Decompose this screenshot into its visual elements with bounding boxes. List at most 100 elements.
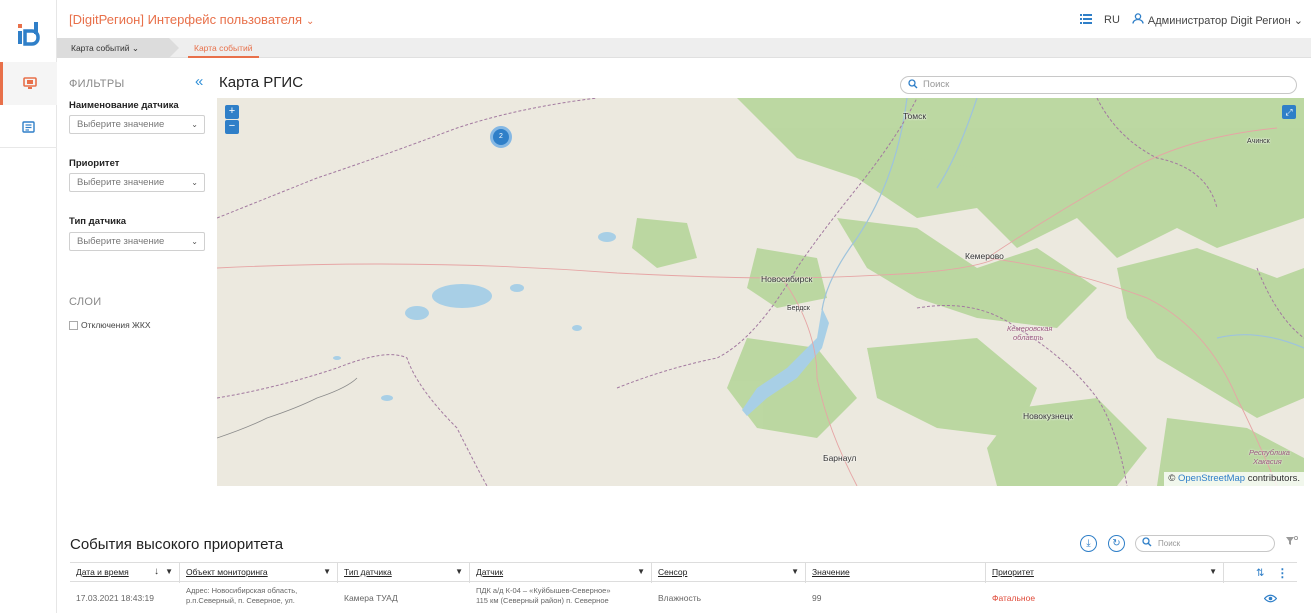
region-label-kemerovo: Кемеровская область	[1007, 324, 1052, 342]
breadcrumb-current[interactable]: Карта событий	[188, 38, 259, 58]
cell-sensor-line: 115 км (Северный район) п. Северное	[476, 596, 609, 605]
column-label: Сенсор	[658, 567, 688, 577]
filter-icon[interactable]: ▼	[323, 563, 331, 581]
cell-priority: Фатальное	[992, 593, 1036, 603]
chevron-down-icon: ⌄	[191, 120, 198, 129]
user-menu[interactable]: Администратор Digit Регион ⌄	[1148, 14, 1303, 27]
filter-icon[interactable]: ▼	[791, 563, 799, 581]
list-menu-icon[interactable]	[1080, 13, 1093, 27]
column-label: Значение	[812, 567, 850, 577]
events-search-placeholder: Поиск	[1158, 539, 1181, 548]
map-marker-cluster[interactable]: 2	[490, 126, 512, 148]
column-value[interactable]: Значение	[806, 563, 986, 583]
refresh-button[interactable]: ↻	[1108, 535, 1125, 552]
more-vertical-icon[interactable]: ⋮	[1276, 566, 1288, 580]
layer-checkbox[interactable]	[69, 320, 78, 330]
user-name: Администратор Digit Регион	[1147, 14, 1291, 27]
sensor-type-select[interactable]: Выберите значение ⌄	[69, 232, 205, 251]
filter-icon[interactable]: ▼	[637, 563, 645, 581]
fullscreen-button[interactable]: ⤢	[1282, 105, 1296, 119]
breadcrumb: Карта событий ⌄ Карта событий	[57, 38, 1311, 58]
city-label-berdsk: Бердск	[787, 305, 810, 312]
region-label-line: Хакасия	[1253, 457, 1282, 466]
map-attribution: © OpenStreetMap contributors.	[1164, 472, 1304, 486]
cell-value: 99	[812, 593, 822, 603]
clear-filters-icon[interactable]	[1286, 535, 1299, 550]
filter-icon[interactable]: ▼	[455, 563, 463, 581]
chevron-down-icon: ⌄	[306, 16, 315, 27]
zoom-out-button[interactable]: −	[225, 120, 239, 134]
city-label-barnaul: Барнаул	[823, 453, 857, 463]
sensor-name-select[interactable]: Выберите значение ⌄	[69, 115, 205, 134]
city-label-novosibirsk: Новосибирск	[761, 274, 813, 284]
attribution-prefix: ©	[1168, 473, 1176, 484]
journal-nav-button[interactable]	[0, 105, 57, 148]
column-datetime[interactable]: Дата и время ↓ ▼	[70, 563, 180, 583]
region-label-line: Кемеровская	[1007, 324, 1053, 333]
map-canvas[interactable]: + − ⤢ 2 Томск Ачинск Кемерово Новосибирс…	[217, 98, 1304, 486]
collapse-panel-icon[interactable]: «	[195, 73, 203, 90]
rail-divider	[0, 147, 57, 148]
sensor-name-label: Наименование датчика	[69, 100, 179, 111]
map-search-input[interactable]: Поиск	[900, 76, 1297, 94]
sensor-type-placeholder: Выберите значение	[77, 236, 165, 247]
breadcrumb-parent[interactable]: Карта событий ⌄	[57, 38, 179, 58]
column-priority[interactable]: Приоритет ▼	[986, 563, 1224, 583]
column-settings-icon[interactable]: ⇅	[1256, 568, 1264, 579]
events-title: События высокого приоритета	[70, 536, 284, 553]
map-view-nav-button[interactable]	[0, 62, 57, 105]
expand-icon: ⤢	[1285, 107, 1293, 117]
sort-desc-icon[interactable]: ↓	[154, 563, 159, 581]
table-body: 17.03.2021 18:43:19 Адрес: Новосибирская…	[70, 582, 1297, 613]
table-row[interactable]: 17.03.2021 18:43:19 Адрес: Новосибирская…	[70, 582, 1297, 613]
breadcrumb-parent-label: Карта событий	[71, 43, 130, 53]
download-icon: ⤓	[1086, 538, 1091, 549]
cell-object: Адрес: Новосибирская область, р.п.Северн…	[180, 582, 338, 613]
osm-link[interactable]: OpenStreetMap	[1178, 473, 1245, 484]
cell-sensor: ПДК а/д К-04 – «Куйбышев-Северное» 115 к…	[470, 582, 652, 613]
filters-panel: ФИЛЬТРЫ « Наименование датчика Выберите …	[57, 58, 217, 498]
priority-select[interactable]: Выберите значение ⌄	[69, 173, 205, 192]
view-event-button[interactable]	[1258, 582, 1288, 613]
filter-icon[interactable]: ▼	[1209, 563, 1217, 581]
eye-icon	[1264, 594, 1277, 602]
column-label: Объект мониторинга	[186, 567, 268, 577]
column-sensor[interactable]: Датчик ▼	[470, 563, 652, 583]
cell-datetime: 17.03.2021 18:43:19	[76, 593, 154, 603]
chevron-down-icon: ⌄	[1293, 14, 1303, 27]
language-switch[interactable]: RU	[1104, 14, 1120, 26]
column-label: Приоритет	[992, 567, 1034, 577]
search-icon	[1142, 537, 1152, 552]
city-label-achinsk: Ачинск	[1247, 138, 1270, 145]
column-object[interactable]: Объект мониторинга ▼	[180, 563, 338, 583]
city-label-tomsk: Томск	[903, 111, 927, 121]
events-search-input[interactable]: Поиск	[1135, 535, 1275, 552]
column-label: Датчик	[476, 567, 504, 577]
layers-title: СЛОИ	[69, 296, 102, 308]
chevron-down-icon: ⌄	[131, 43, 140, 53]
map-tiles	[217, 98, 1304, 486]
monitor-icon	[23, 77, 37, 89]
zoom-in-button[interactable]: +	[225, 105, 239, 119]
city-label-kemerovo: Кемерово	[965, 251, 1004, 261]
attribution-suffix: contributors.	[1247, 473, 1300, 484]
digit-logo[interactable]	[18, 22, 40, 48]
download-button[interactable]: ⤓	[1080, 535, 1097, 552]
top-bar: [DigitРегион] Интерфейс пользователя ⌄ RU…	[57, 0, 1311, 38]
refresh-icon: ↻	[1112, 538, 1121, 549]
layer-utility-outages[interactable]: Отключения ЖКХ	[69, 320, 151, 330]
chevron-down-icon: ⌄	[191, 178, 198, 187]
left-rail	[0, 0, 57, 613]
filter-icon[interactable]: ▼	[165, 563, 173, 581]
app-title: [DigitРегион] Интерфейс пользователя	[69, 12, 302, 27]
region-label-line: область	[1013, 333, 1044, 342]
filters-title: ФИЛЬТРЫ	[69, 78, 125, 90]
city-label-novokuznetsk: Новокузнецк	[1023, 411, 1073, 421]
column-sensor-type[interactable]: Тип датчика ▼	[338, 563, 470, 583]
app-switcher[interactable]: [DigitРегион] Интерфейс пользователя ⌄	[69, 12, 314, 27]
chevron-down-icon: ⌄	[191, 237, 198, 246]
priority-placeholder: Выберите значение	[77, 177, 165, 188]
column-label: Тип датчика	[344, 567, 392, 577]
column-channel[interactable]: Сенсор ▼	[652, 563, 806, 583]
table-header: Дата и время ↓ ▼ Объект мониторинга ▼ Ти…	[70, 562, 1297, 583]
